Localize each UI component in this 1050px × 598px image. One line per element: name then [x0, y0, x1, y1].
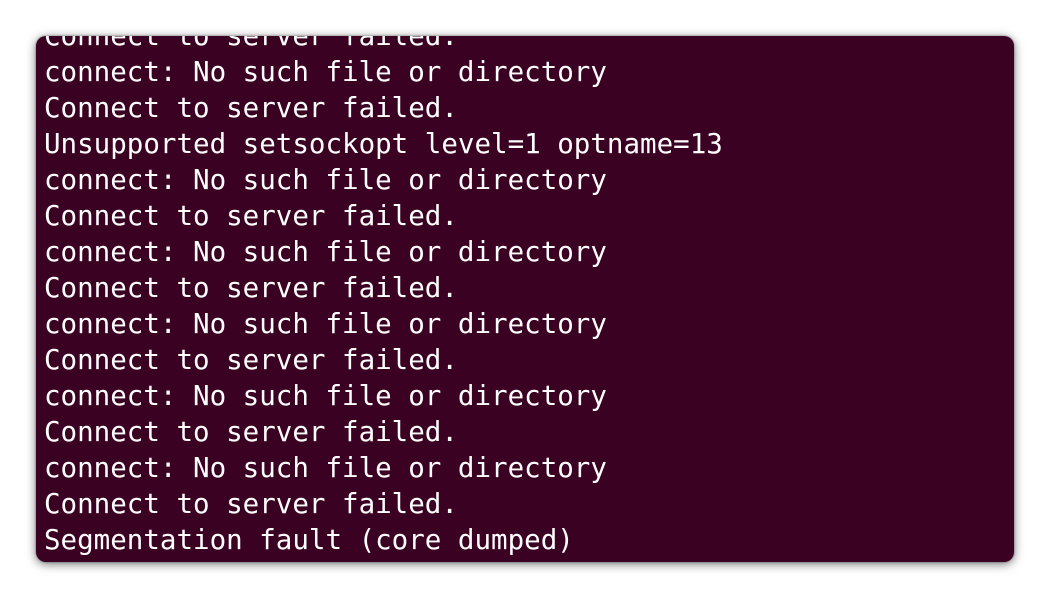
terminal-line: connect: No such file or directory: [44, 56, 607, 88]
terminal-line: connect: No such file or directory: [44, 308, 607, 340]
terminal-line: Connect to server failed.: [44, 36, 458, 52]
terminal-window[interactable]: Connect to server failed. connect: No su…: [36, 36, 1014, 562]
terminal-line: connect: No such file or directory: [44, 380, 607, 412]
terminal-line: Connect to server failed.: [44, 92, 458, 124]
screenshot-canvas: Connect to server failed. connect: No su…: [0, 0, 1050, 598]
terminal-line: Connect to server failed.: [44, 344, 458, 376]
terminal-line: Connect to server failed.: [44, 416, 458, 448]
terminal-output[interactable]: Connect to server failed. connect: No su…: [44, 36, 723, 558]
terminal-line: Connect to server failed.: [44, 488, 458, 520]
terminal-line: Connect to server failed.: [44, 272, 458, 304]
terminal-line: Unsupported setsockopt level=1 optname=1…: [44, 128, 723, 160]
terminal-line: connect: No such file or directory: [44, 164, 607, 196]
terminal-line: Connect to server failed.: [44, 200, 458, 232]
terminal-line: connect: No such file or directory: [44, 452, 607, 484]
terminal-line: connect: No such file or directory: [44, 236, 607, 268]
terminal-line: Segmentation fault (core dumped): [44, 524, 574, 556]
